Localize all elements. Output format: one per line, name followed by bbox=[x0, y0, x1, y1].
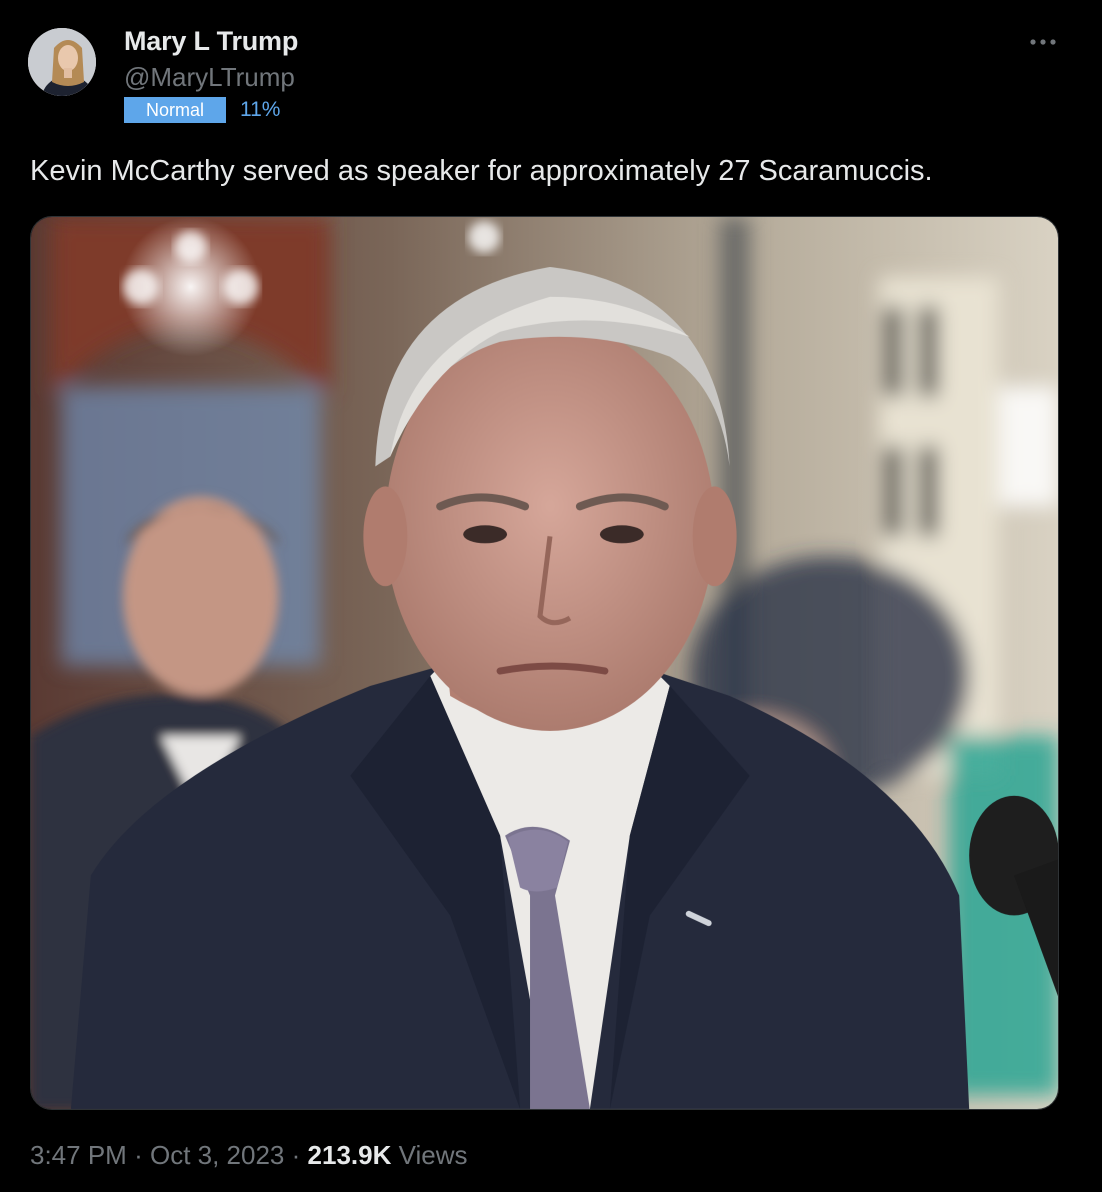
extension-badge-row: Normal 11% bbox=[124, 97, 280, 123]
author-handle[interactable]: @MaryLTrump bbox=[124, 62, 295, 93]
more-options-button[interactable] bbox=[1028, 30, 1058, 54]
status-badge: Normal bbox=[124, 97, 226, 123]
photo-illustration bbox=[31, 217, 1058, 1109]
avatar-image bbox=[28, 28, 96, 96]
views-count: 213.9K bbox=[307, 1140, 392, 1170]
avatar[interactable] bbox=[28, 28, 96, 96]
tweet-meta: 3:47 PM · Oct 3, 2023 · 213.9K Views bbox=[30, 1140, 468, 1171]
tweet-photo[interactable] bbox=[30, 216, 1059, 1110]
tweet-text: Kevin McCarthy served as speaker for app… bbox=[30, 155, 933, 187]
meta-separator: · bbox=[291, 1140, 301, 1170]
tweet-timestamp-link[interactable]: 3:47 PM · Oct 3, 2023 bbox=[30, 1140, 284, 1170]
tweet-card: Mary L Trump @MaryLTrump Normal 11% Kevi… bbox=[0, 0, 1102, 1192]
badge-percentage: 11% bbox=[240, 98, 281, 121]
tweet-date: Oct 3, 2023 bbox=[149, 1140, 285, 1170]
more-horizontal-icon bbox=[1030, 39, 1056, 45]
views-label: Views bbox=[398, 1140, 468, 1170]
tweet-time: 3:47 PM bbox=[30, 1140, 127, 1170]
author-display-name[interactable]: Mary L Trump bbox=[124, 26, 298, 57]
meta-separator: · bbox=[134, 1140, 143, 1170]
